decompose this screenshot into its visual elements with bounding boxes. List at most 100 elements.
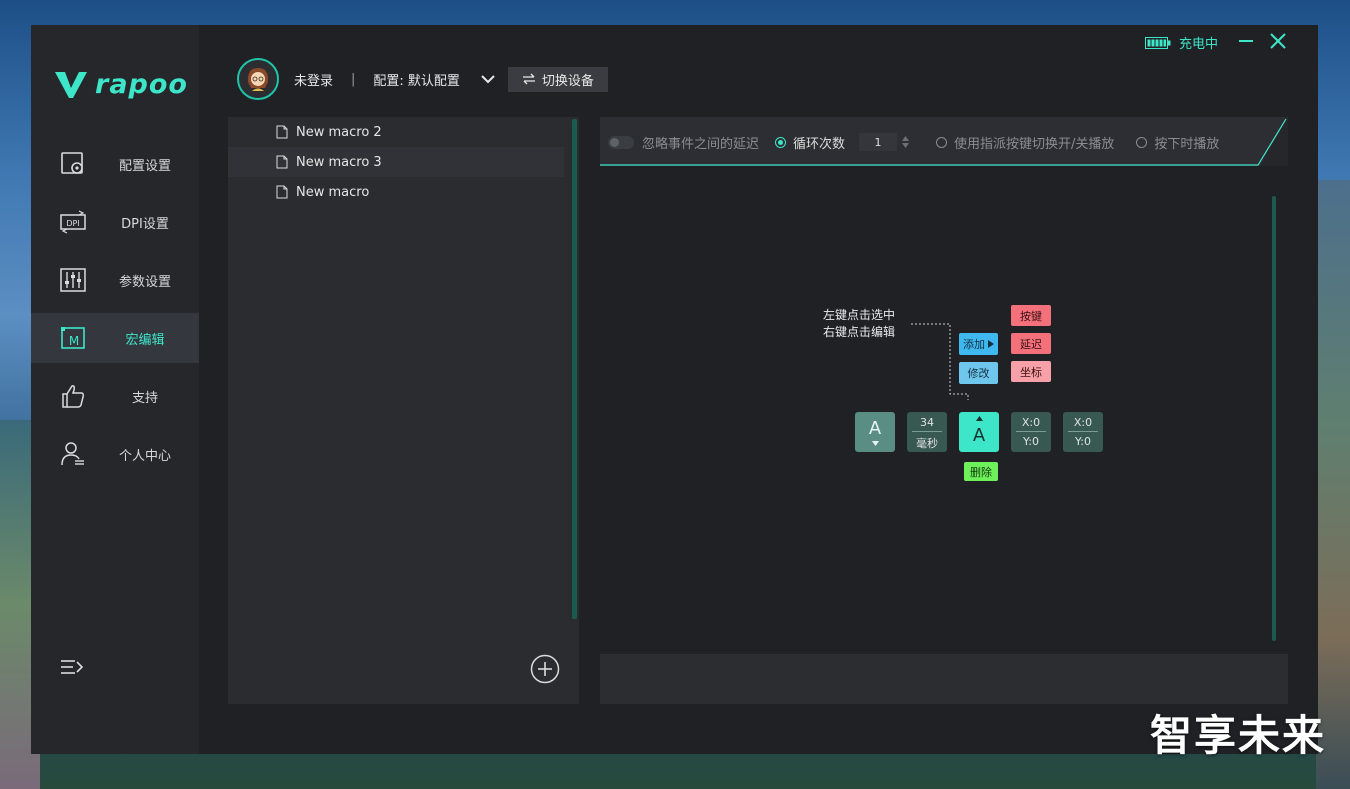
- hint-connector-line: [911, 323, 969, 400]
- app-window: rapoo 配置设置 DPI DPI设置 参数设置 M 宏编辑 支持 个人中心 …: [31, 25, 1318, 754]
- sidebar: rapoo 配置设置 DPI DPI设置 参数设置 M 宏编辑 支持 个人中心: [31, 25, 199, 754]
- toggle-playback-radio[interactable]: [936, 136, 948, 148]
- header-separator: |: [351, 71, 356, 87]
- watermark-text: 智享未来: [1149, 711, 1326, 760]
- loop-count-label: 循环次数: [793, 136, 846, 152]
- header: 未登录 | 配置: 默认配置 切换设备: [237, 58, 608, 100]
- hint-right-click: 右键点击编辑: [823, 325, 896, 339]
- playback-options-bar: 忽略事件之间的延迟 循环次数 1 使用指派按键切换开/关播放 按下时播放: [600, 117, 1288, 166]
- dpi-icon: DPI: [60, 210, 86, 234]
- loop-count-input[interactable]: 1: [859, 133, 898, 151]
- key-event-tile[interactable]: A: [855, 412, 895, 452]
- triangle-right-icon: [988, 340, 994, 348]
- editor-hint: 左键点击选中 右键点击编辑: [823, 307, 895, 341]
- file-icon: [276, 155, 288, 169]
- config-icon: [61, 152, 83, 174]
- coord-y: Y:0: [1075, 435, 1091, 448]
- collapse-menu-icon[interactable]: [59, 655, 85, 681]
- chevron-down-icon[interactable]: [480, 71, 496, 87]
- editor-footer: [600, 654, 1288, 704]
- coord-event-tile[interactable]: X:0 Y:0: [1063, 412, 1103, 452]
- desktop-background-right: [1316, 180, 1350, 789]
- macro-event-canvas[interactable]: 左键点击选中 右键点击编辑 添加 修改 按键 延迟 坐标 A 34 毫秒 A X…: [600, 166, 1288, 654]
- thumbs-up-icon: [62, 385, 85, 408]
- ignore-delay-toggle[interactable]: [608, 135, 634, 149]
- close-icon[interactable]: [1268, 31, 1288, 51]
- delay-event-tile[interactable]: 34 毫秒: [907, 412, 947, 452]
- add-delay-button[interactable]: 延迟: [1011, 333, 1051, 354]
- macro-list-scrollbar[interactable]: [572, 119, 577, 619]
- key-event-label: A: [972, 425, 986, 446]
- user-icon: [61, 442, 84, 466]
- canvas-scrollbar[interactable]: [1272, 196, 1276, 641]
- hint-left-click: 左键点击选中: [823, 308, 896, 322]
- macro-editor: 忽略事件之间的延迟 循环次数 1 使用指派按键切换开/关播放 按下时播放 左键点…: [600, 117, 1288, 704]
- avatar[interactable]: [237, 58, 279, 100]
- coord-y: Y:0: [1023, 435, 1039, 448]
- sidebar-item-macro[interactable]: M 宏编辑: [31, 313, 199, 363]
- svg-text:DPI: DPI: [66, 219, 79, 228]
- profile-label: 配置: 默认配置: [373, 73, 460, 89]
- coord-event-tile[interactable]: X:0 Y:0: [1011, 412, 1051, 452]
- modify-event-button[interactable]: 修改: [959, 362, 998, 384]
- sidebar-item-label: 支持: [131, 390, 158, 406]
- macro-list-item[interactable]: New macro 3: [228, 147, 564, 177]
- macro-list-item[interactable]: New macro 2: [228, 117, 564, 147]
- logo-mark-icon: [55, 71, 87, 98]
- switch-device-label: 切换设备: [541, 73, 594, 89]
- sidebar-nav: 配置设置 DPI DPI设置 参数设置 M 宏编辑 支持 个人中心: [31, 139, 199, 487]
- delay-value: 34: [920, 416, 934, 429]
- add-macro-icon[interactable]: [530, 654, 560, 684]
- switch-device-button[interactable]: 切换设备: [507, 66, 608, 92]
- sidebar-item-profile[interactable]: 个人中心: [31, 429, 199, 479]
- add-key-button[interactable]: 按键: [1011, 305, 1051, 326]
- sidebar-item-dpi[interactable]: DPI DPI设置: [31, 197, 199, 247]
- add-event-button[interactable]: 添加: [959, 333, 998, 355]
- loop-count-radio[interactable]: [775, 136, 787, 148]
- svg-text:M: M: [69, 334, 79, 348]
- stepper-up-icon[interactable]: [901, 135, 910, 142]
- key-event-label: A: [868, 418, 882, 439]
- login-status[interactable]: 未登录: [294, 70, 333, 89]
- sidebar-item-support[interactable]: 支持: [31, 371, 199, 421]
- sidebar-item-label: 参数设置: [118, 274, 171, 290]
- file-icon: [276, 125, 288, 139]
- key-up-arrow-icon: [976, 416, 983, 421]
- sidebar-item-label: 配置设置: [118, 158, 171, 174]
- battery-icon: [1144, 36, 1171, 49]
- selected-key-event-tile[interactable]: A: [959, 412, 999, 452]
- add-coord-button[interactable]: 坐标: [1011, 361, 1051, 382]
- sidebar-item-label: DPI设置: [121, 216, 169, 232]
- tile-divider: [912, 431, 942, 432]
- hold-playback-radio[interactable]: [1136, 136, 1148, 148]
- coord-x: X:0: [1073, 416, 1093, 429]
- sliders-icon: [60, 268, 86, 292]
- macro-name: New macro 2: [296, 124, 382, 140]
- ignore-delay-label: 忽略事件之间的延迟: [642, 136, 760, 152]
- rapoo-logo: rapoo: [53, 69, 188, 100]
- toggle-playback-label: 使用指派按键切换开/关播放: [954, 136, 1115, 152]
- options-row: 忽略事件之间的延迟 循环次数 1 使用指派按键切换开/关播放 按下时播放: [608, 129, 1219, 155]
- charging-status: 充电中: [1144, 33, 1218, 52]
- hold-playback-label: 按下时播放: [1154, 136, 1220, 152]
- delete-event-button[interactable]: 删除: [964, 462, 998, 481]
- add-event-label: 添加: [963, 338, 985, 351]
- stepper-down-icon[interactable]: [901, 142, 910, 149]
- macro-list-item[interactable]: New macro: [228, 177, 564, 207]
- key-down-arrow-icon: [872, 441, 879, 446]
- loop-count-stepper[interactable]: [901, 135, 910, 149]
- avatar-girl-icon: [247, 68, 269, 91]
- brand-name: rapoo: [95, 69, 188, 100]
- swap-arrows-icon: [522, 73, 535, 85]
- tile-divider: [1016, 431, 1046, 432]
- macro-list-panel: New macro 2 New macro 3 New macro: [228, 117, 579, 704]
- coord-x: X:0: [1021, 416, 1041, 429]
- minimize-icon[interactable]: [1236, 31, 1256, 51]
- sidebar-item-config[interactable]: 配置设置: [31, 139, 199, 189]
- macro-list: New macro 2 New macro 3 New macro: [228, 117, 579, 207]
- tile-divider: [1068, 431, 1098, 432]
- macro-name: New macro 3: [296, 154, 382, 170]
- macro-name: New macro: [296, 184, 370, 200]
- sidebar-item-params[interactable]: 参数设置: [31, 255, 199, 305]
- delay-unit: 毫秒: [916, 437, 938, 450]
